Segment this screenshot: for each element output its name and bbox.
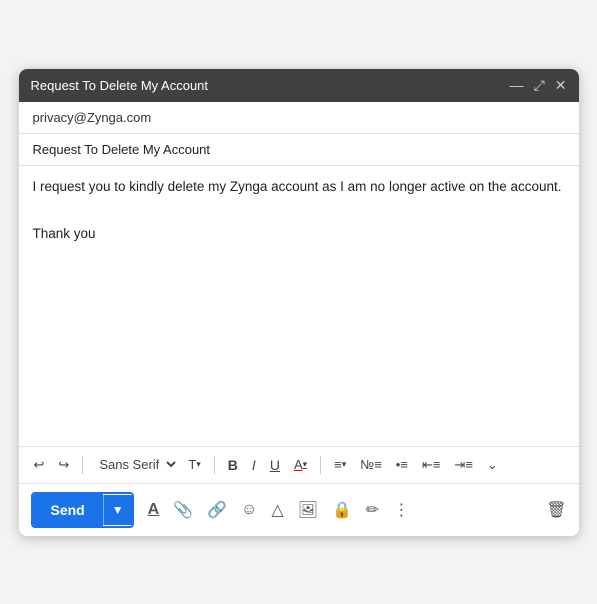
align-button[interactable]: ≡▾ [329,453,351,476]
send-dropdown-button[interactable]: ▼ [103,495,132,525]
font-family-select[interactable]: Sans Serif [91,454,179,475]
indent-decrease-button[interactable]: ⇤≡ [417,453,445,477]
subject-field: Request To Delete My Account [19,134,579,166]
to-value: privacy@Zynga.com [33,110,152,125]
send-group: Send ▼ [31,492,134,528]
font-size-button[interactable]: T▾ [183,453,205,476]
separator-3 [320,456,321,474]
bold-button[interactable]: B [223,453,243,477]
body-line-2 [33,199,565,221]
to-field: privacy@Zynga.com [19,102,579,134]
minimize-button[interactable]: — [510,77,524,93]
window-title: Request To Delete My Account [31,78,209,93]
attach-button[interactable]: 📎 [173,500,193,520]
emoji-button[interactable]: ☺ [241,501,257,519]
link-button[interactable]: 🔗 [207,500,227,520]
underline-button[interactable]: U [265,453,285,477]
send-row: Send ▼ A 📎 🔗 ☺ △ 🖼 🔒 ✏ ⋮ 🗑 [19,483,579,536]
photo-button[interactable]: 🖼 [298,500,318,520]
redo-button[interactable]: ↪ [53,453,74,477]
body-line-1: I request you to kindly delete my Zynga … [33,176,565,198]
pen-button[interactable]: ✏ [366,500,379,520]
separator-1 [82,456,83,474]
drive-button[interactable]: △ [271,500,283,520]
body-area[interactable]: I request you to kindly delete my Zynga … [19,166,579,446]
numbered-list-button[interactable]: №≡ [355,453,387,476]
body-line-3: Thank you [33,223,565,245]
more-options-button[interactable]: ⋮ [393,500,409,520]
send-button[interactable]: Send [33,494,103,526]
lock-button[interactable]: 🔒 [332,500,352,520]
formatting-toolbar: ↩ ↪ Sans Serif T▾ B I U A▾ ≡▾ №≡ •≡ ⇤≡ ⇥… [19,446,579,483]
subject-value: Request To Delete My Account [33,142,211,157]
close-button[interactable]: ✕ [555,77,567,94]
undo-button[interactable]: ↩ [29,453,50,477]
toolbar-more-button[interactable]: ⌄ [482,453,503,477]
expand-button[interactable]: ⤢ [534,77,545,94]
separator-2 [214,456,215,474]
delete-button[interactable]: 🗑 [546,500,566,520]
text-color-button[interactable]: A▾ [289,453,312,476]
indent-increase-button[interactable]: ⇥≡ [449,453,477,477]
compose-window: Request To Delete My Account — ⤢ ✕ priva… [19,69,579,536]
italic-button[interactable]: I [247,453,261,477]
bullet-list-button[interactable]: •≡ [391,453,413,476]
title-bar-controls: — ⤢ ✕ [510,77,567,94]
format-text-button[interactable]: A [148,501,160,519]
title-bar: Request To Delete My Account — ⤢ ✕ [19,69,579,102]
